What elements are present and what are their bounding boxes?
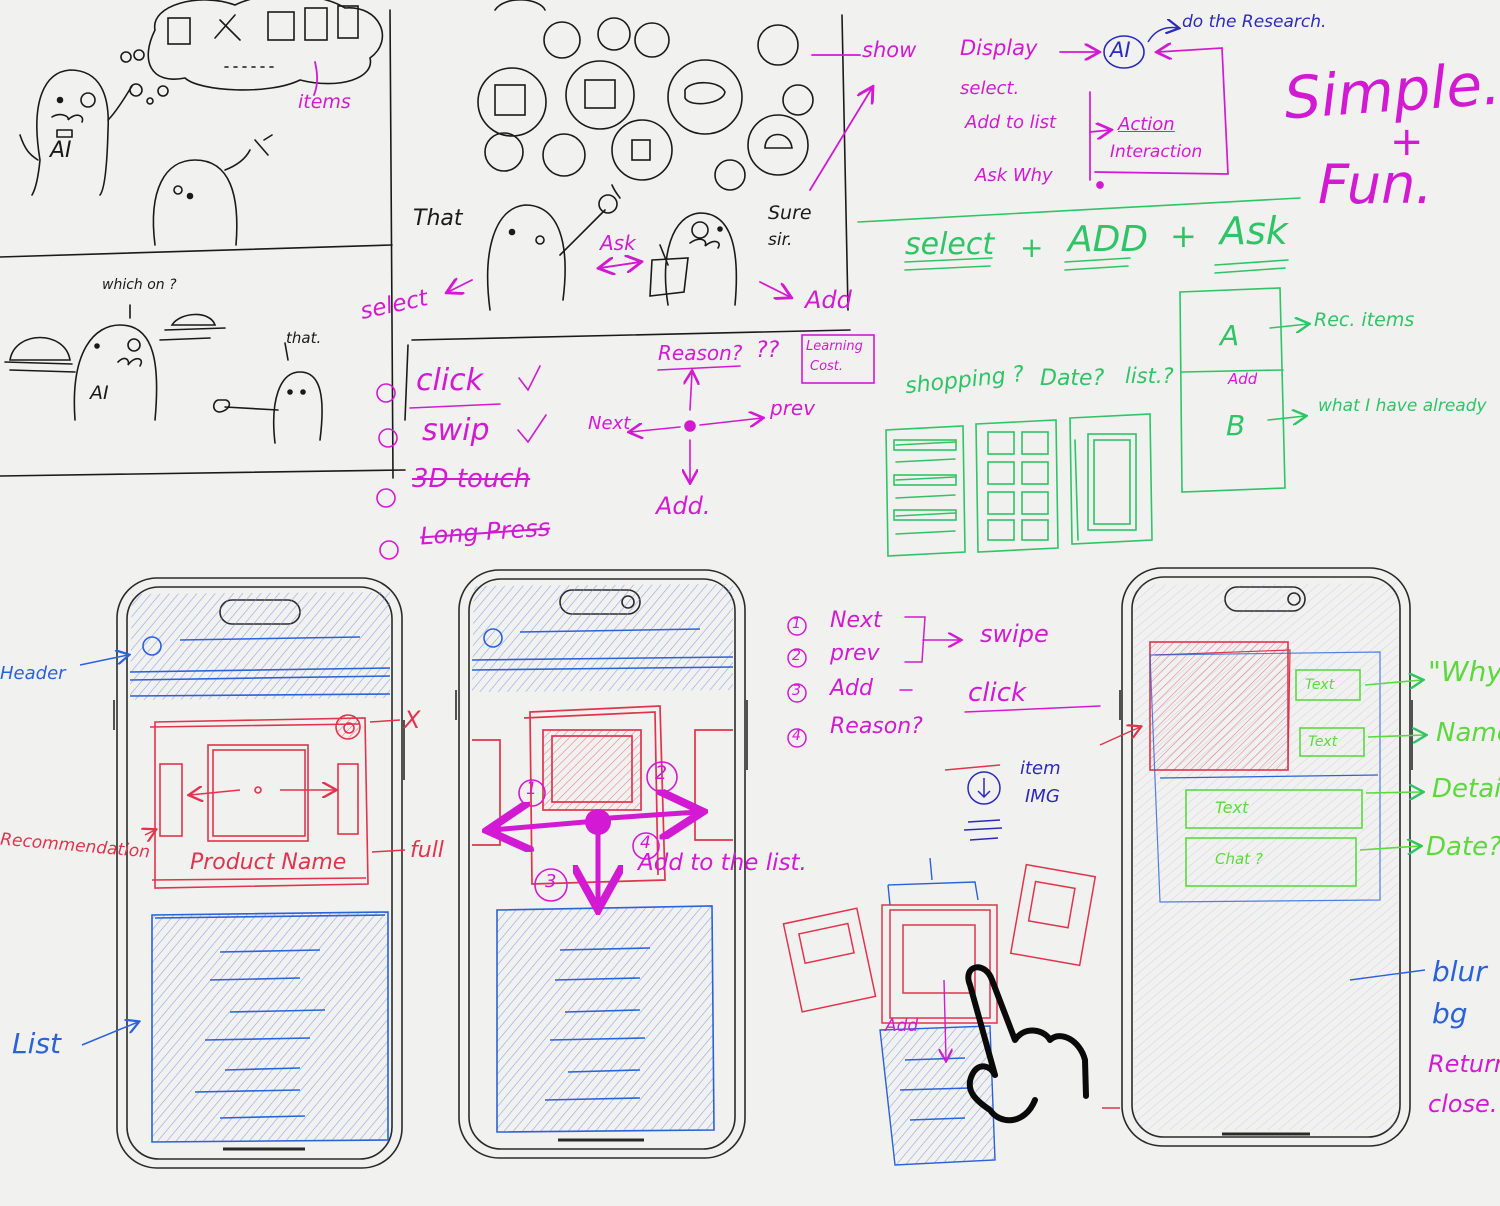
interaction-label: Interaction — [1110, 142, 1203, 162]
prev-label: prev — [770, 396, 816, 420]
list-label: list.? — [1125, 364, 1174, 388]
reason-label: Reason? — [658, 341, 743, 365]
why-label: "Why — [1428, 655, 1500, 688]
add-label: Add — [805, 286, 852, 314]
add-to-list-label: Add to list — [965, 112, 1057, 133]
sketch-canvas — [0, 0, 1500, 1169]
note-num-2: 2 — [792, 648, 801, 664]
qq-label: ?? — [756, 338, 780, 363]
ai-badge-label: AI — [50, 138, 72, 163]
cost-label: Cost. — [810, 359, 844, 374]
add-to-list-gesture-label: Add to the list. — [638, 850, 807, 876]
shirt-icon — [167, 17, 191, 45]
a-label: A — [1220, 319, 1240, 352]
that-small-label: that. — [286, 329, 322, 347]
formula-plus-2: + — [1170, 217, 1197, 255]
add-small-label: Add — [1228, 370, 1258, 388]
note-num-3: 3 — [792, 683, 801, 699]
text-box-2: Text — [1308, 734, 1338, 750]
close-label: close. — [1428, 1090, 1498, 1118]
gesture-num-2: 2 — [655, 762, 668, 784]
gesture-num-4: 4 — [640, 833, 651, 853]
ai-character-1 — [31, 69, 110, 196]
note-next: Next — [830, 608, 882, 633]
rec-items-label: Rec. items — [1314, 309, 1415, 331]
bubble-grid — [477, 0, 814, 191]
option-click: click — [416, 363, 484, 398]
b-label: B — [1226, 409, 1246, 442]
formula-add: ADD — [1068, 219, 1149, 260]
ai-waiter-label: AI — [90, 382, 109, 404]
learning-label: Learning — [806, 339, 863, 354]
option-3d-touch: 3D touch — [412, 464, 531, 494]
items-label: items — [298, 91, 351, 113]
ask-label: Ask — [600, 231, 636, 255]
what-have-label: what I have already — [1318, 396, 1487, 416]
sure-label: Sure — [768, 202, 812, 224]
ai-label: AI — [1110, 38, 1131, 62]
notepad — [649, 257, 689, 297]
formula-select: select — [905, 227, 995, 262]
date-side-label: Date? — [1426, 832, 1500, 862]
surprised-character — [152, 159, 238, 246]
formula-plus-1: + — [1020, 231, 1044, 264]
ask-why-label: Ask Why — [975, 165, 1053, 186]
action-label: Action — [1118, 114, 1175, 135]
comic-panels — [0, 0, 851, 479]
item-img-block — [963, 771, 1003, 841]
list-side-label: List — [12, 1027, 61, 1060]
bg-label: bg — [1432, 997, 1468, 1030]
text-box-3: Text — [1215, 798, 1249, 817]
note-num-4: 4 — [792, 728, 801, 744]
thought-bubble — [147, 0, 384, 91]
phone3-screen — [1134, 583, 1425, 1130]
blur-label: blur — [1432, 955, 1487, 988]
product-name-label: Product Name — [190, 850, 347, 875]
next-label: Next — [588, 413, 631, 434]
cloche-left — [4, 336, 73, 365]
note-num-1: 1 — [792, 616, 801, 632]
plate-right — [164, 313, 226, 331]
date-label: Date? — [1040, 366, 1105, 391]
note-prev: prev — [830, 641, 880, 666]
return-label: Return — [1428, 1050, 1500, 1078]
do-research-label: do the Research. — [1182, 12, 1327, 32]
formula-ask: Ask — [1220, 209, 1288, 253]
x-label: X — [404, 706, 421, 734]
add-gesture-label: Add. — [656, 492, 711, 520]
that-label: That — [413, 206, 463, 231]
display-label: Display — [960, 36, 1038, 60]
full-label: full — [410, 838, 444, 863]
simple-label: Simple. — [1281, 49, 1500, 133]
ai-waiter-character — [73, 324, 158, 421]
chat-box: Chat ? — [1215, 850, 1263, 868]
gesture-num-3: 3 — [545, 871, 557, 892]
option-swip: swip — [422, 413, 490, 448]
item-label: item — [1020, 758, 1061, 779]
layout-thumb-grid — [975, 419, 1059, 553]
sir-label: sir. — [768, 230, 793, 250]
pointing-character — [486, 204, 566, 311]
small-character — [272, 371, 323, 444]
note-add: Add — [830, 676, 873, 701]
name-label: Name — [1436, 718, 1500, 748]
layout-thumb-list — [885, 425, 966, 557]
click-label: click — [968, 678, 1027, 708]
select-small-label: select. — [960, 78, 1020, 99]
img-label: IMG — [1025, 786, 1060, 807]
fun-label: Fun. — [1318, 153, 1433, 216]
show-label: show — [862, 38, 917, 62]
swipe-label: swipe — [980, 620, 1049, 648]
add-stack-label: Add — [885, 1016, 919, 1036]
note-reason: Reason? — [830, 714, 923, 739]
header-label: Header — [0, 663, 66, 684]
layout-thumb-card — [1069, 413, 1153, 545]
which-one-label: which on ? — [102, 277, 177, 293]
detail-label: Detail — [1432, 774, 1500, 804]
text-box-1: Text — [1305, 677, 1335, 693]
gesture-num-1: 1 — [526, 779, 537, 799]
